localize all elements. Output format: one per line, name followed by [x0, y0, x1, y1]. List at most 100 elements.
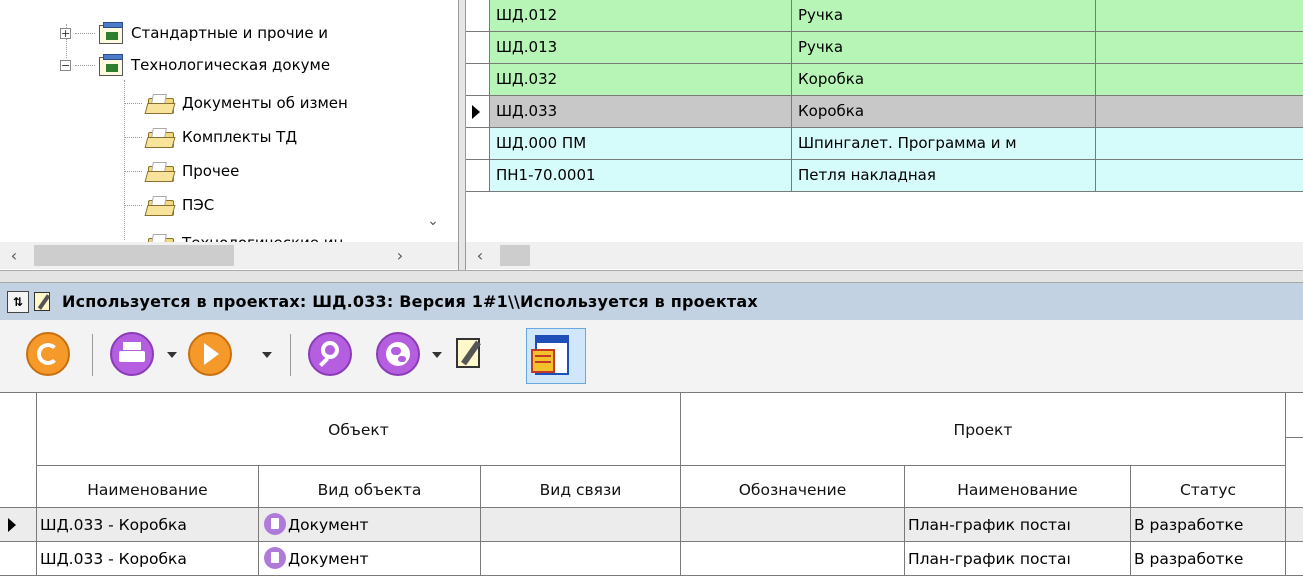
tree-connector: [124, 136, 142, 138]
column-header-status[interactable]: Статус: [1131, 479, 1285, 501]
table-row-selected[interactable]: ШД.033 Коробка: [466, 96, 1303, 128]
folder-icon: [144, 126, 176, 148]
tree-connector: [124, 170, 142, 172]
column-header-name[interactable]: Наименование: [37, 479, 258, 501]
cell-object-type[interactable]: Документ: [264, 509, 478, 541]
column-header-designation[interactable]: Обозначение: [681, 479, 904, 501]
document-icon: [264, 512, 286, 535]
row-indicator: [466, 160, 490, 191]
edit-document-icon[interactable]: [452, 336, 486, 372]
document-icon: [264, 546, 286, 569]
cell-project-name[interactable]: План-график постаı: [908, 509, 1128, 541]
cell-name[interactable]: Ручка: [792, 32, 1096, 63]
toolbar: [0, 320, 1303, 392]
row-indicator: [466, 96, 490, 127]
tree-item-label: Стандартные и прочие и: [131, 24, 329, 42]
cell-designation[interactable]: [684, 543, 902, 575]
tree-item-label: ПЭС: [182, 196, 215, 214]
cell-status[interactable]: В разработке: [1134, 509, 1284, 541]
column-header-link-type[interactable]: Вид связи: [481, 479, 680, 501]
row-indicator: [466, 32, 490, 63]
tree-item-label: Документы об измен: [182, 94, 348, 112]
cell-code[interactable]: ШД.033: [490, 96, 792, 127]
cell-project-name[interactable]: План-график постаı: [908, 543, 1128, 575]
cell-link-type[interactable]: [484, 509, 678, 541]
tree-item-pes[interactable]: ПЭС: [124, 186, 214, 224]
table-row[interactable]: ПН1-70.0001 Петля накладная: [466, 160, 1303, 192]
scroll-left-icon[interactable]: ‹: [0, 242, 28, 269]
tree-item-tech-docs[interactable]: − Технологическая докуме: [60, 46, 330, 84]
cell-code[interactable]: ШД.000 ПМ: [490, 128, 792, 159]
cell-name[interactable]: Петля накладная: [792, 160, 1096, 191]
collapse-icon[interactable]: −: [60, 59, 71, 71]
scroll-thumb[interactable]: [500, 245, 530, 266]
documents-grid[interactable]: ШД.012 Ручка ШД.013 Ручка ШД.032 Коробка…: [466, 0, 1303, 242]
grid-hscrollbar[interactable]: ‹: [466, 242, 1303, 269]
folder-icon: [144, 92, 176, 114]
tree-hscrollbar[interactable]: ‹ ›: [0, 242, 440, 269]
cell-name[interactable]: ШД.033 - Коробка: [40, 509, 256, 541]
cell-name[interactable]: Шпингалет. Программа и м: [792, 128, 1096, 159]
horizontal-splitter[interactable]: [0, 270, 1303, 283]
panel-title-bar: ⇅ Используется в проектах: ШД.033: Верси…: [0, 283, 1303, 320]
cell-name[interactable]: Коробка: [792, 96, 1096, 127]
cell-code[interactable]: ПН1-70.0001: [490, 160, 792, 191]
group-header-object: Объект: [328, 421, 389, 439]
scroll-left-icon[interactable]: ‹: [466, 242, 494, 269]
scroll-down-icon[interactable]: ⌄: [426, 214, 440, 228]
cell-extra[interactable]: [1096, 32, 1303, 63]
table-row[interactable]: ШД.012 Ручка: [466, 0, 1303, 32]
tree-item-other[interactable]: Прочее: [124, 152, 239, 190]
tree-item-tech-instructions[interactable]: Технологические ин: [124, 224, 343, 242]
vertical-splitter[interactable]: [458, 0, 466, 270]
print-icon[interactable]: [108, 330, 156, 378]
cell-extra[interactable]: [1096, 64, 1303, 95]
tree-connector: [75, 64, 95, 66]
tree-item-label: Технологическая докуме: [131, 56, 331, 74]
scroll-thumb[interactable]: [34, 245, 234, 266]
cell-link-type[interactable]: [484, 543, 678, 575]
cell-extra[interactable]: [1096, 128, 1303, 159]
refresh-icon[interactable]: [24, 330, 72, 378]
table-row[interactable]: ШД.000 ПМ Шпингалет. Программа и м: [466, 128, 1303, 160]
table-row[interactable]: ШД.013 Ручка: [466, 32, 1303, 64]
cell-extra[interactable]: [1096, 160, 1303, 191]
projects-grid[interactable]: Объект Проект Наименование Вид объекта В…: [0, 392, 1303, 576]
run-dropdown-icon[interactable]: [262, 352, 272, 358]
tree-item-label: Прочее: [182, 162, 240, 180]
toolbar-separator: [290, 334, 291, 376]
scroll-right-icon[interactable]: ›: [386, 242, 414, 269]
globe-dropdown-icon[interactable]: [432, 352, 442, 358]
cell-code[interactable]: ШД.013: [490, 32, 792, 63]
print-dropdown-icon[interactable]: [167, 352, 177, 358]
search-icon[interactable]: [306, 330, 354, 378]
cell-object-type[interactable]: Документ: [264, 543, 478, 575]
tree-item-change-docs[interactable]: Документы об измен: [124, 84, 348, 122]
tree-item-label: Комплекты ТД: [182, 128, 298, 146]
group-header-project: Проект: [953, 421, 1013, 439]
cell-extra[interactable]: [1096, 96, 1303, 127]
globe-icon[interactable]: [374, 330, 422, 378]
cell-code[interactable]: ШД.012: [490, 0, 792, 31]
run-icon[interactable]: [186, 330, 234, 378]
expand-icon[interactable]: +: [60, 27, 71, 39]
cell-extra[interactable]: [1096, 0, 1303, 31]
cell-name[interactable]: Ручка: [792, 0, 1096, 31]
object-type-label: Документ: [288, 550, 369, 568]
column-header-project-name[interactable]: Наименование: [905, 479, 1130, 501]
tree-item-label: Технологические ин: [182, 234, 343, 242]
cell-name[interactable]: ШД.033 - Коробка: [40, 543, 256, 575]
tree-item-td-sets[interactable]: Комплекты ТД: [124, 118, 297, 156]
row-indicator: [466, 128, 490, 159]
cell-name[interactable]: Коробка: [792, 64, 1096, 95]
sort-icon[interactable]: ⇅: [7, 290, 29, 313]
catalog-icon: [99, 54, 123, 76]
cell-designation[interactable]: [684, 509, 902, 541]
column-header-object-type[interactable]: Вид объекта: [259, 479, 480, 501]
cell-status[interactable]: В разработке: [1134, 543, 1284, 575]
cell-code[interactable]: ШД.032: [490, 64, 792, 95]
edit-document-icon[interactable]: [32, 291, 54, 313]
report-button[interactable]: [526, 328, 586, 384]
tree-pane[interactable]: + Стандартные и прочие и − Технологическ…: [0, 0, 458, 242]
table-row[interactable]: ШД.032 Коробка: [466, 64, 1303, 96]
